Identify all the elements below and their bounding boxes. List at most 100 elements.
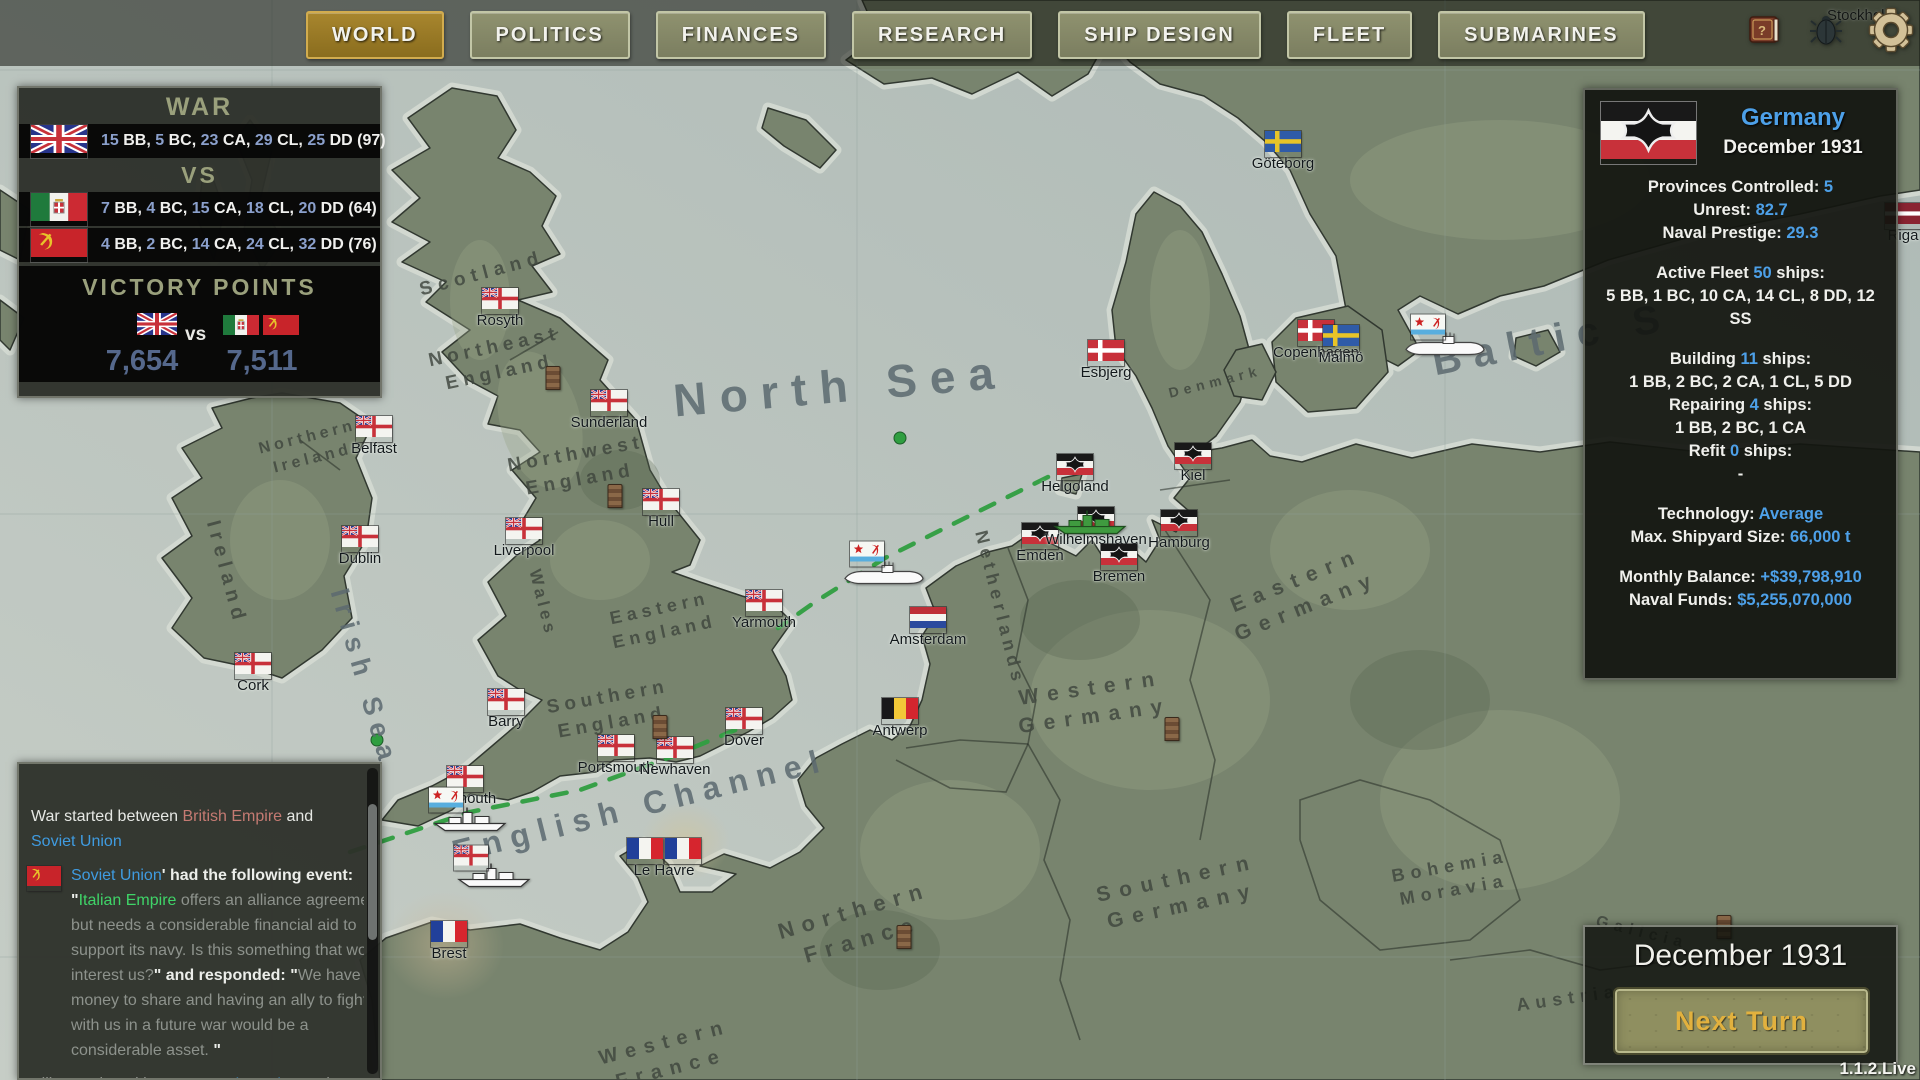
port-name-label: Le Havre: [633, 862, 695, 879]
route-waypoint-dot: [370, 733, 384, 747]
country-stat-line: Unrest: 82.7: [1693, 201, 1788, 219]
port-name-label: Amsterdam: [889, 631, 967, 648]
warship-icon: [1053, 510, 1127, 542]
version-label: 1.1.2.Live: [1839, 1059, 1916, 1078]
country-stat-line: Refit 0 ships:: [1688, 442, 1793, 460]
help-book-icon[interactable]: ?: [1746, 14, 1784, 51]
port-name-label: Hull: [648, 513, 674, 530]
log-entry[interactable]: Soviet Union' had the following event: "…: [19, 863, 364, 1063]
nav-tab-world[interactable]: WORLD: [306, 11, 444, 59]
topbar-icons: ?: [1746, 4, 1914, 60]
settings-gear-icon[interactable]: [1868, 7, 1914, 58]
germany-imperial-flag-icon: [1175, 443, 1211, 469]
country-stat-line: 5 BB, 1 BC, 10 CA, 14 CL, 8 DD, 12 SS: [1606, 287, 1875, 328]
log-entry-text: Alliance signed between Soviet Union and…: [31, 1072, 364, 1078]
port-name-label: Rosyth: [476, 312, 524, 329]
game-screen: North Sea Baltic S English Channel Irish Se…: [0, 0, 1920, 1080]
event-log-panel: War started between British Empire and S…: [17, 762, 382, 1080]
netherlands-flag-icon: [910, 607, 946, 633]
event-log-scrollbar[interactable]: [367, 768, 378, 1074]
victory-points-left: 7,654: [105, 345, 179, 377]
log-entry[interactable]: War started between British Empire and S…: [19, 804, 364, 854]
white-ensign-flag-icon: [487, 688, 524, 715]
france-flag-icon: [431, 921, 467, 947]
soviet-red-flag-icon: [263, 315, 299, 340]
country-stat-line: -: [1737, 465, 1744, 483]
scrollbar-thumb[interactable]: [368, 804, 377, 940]
port-name-label: Barry: [488, 713, 524, 730]
country-stat-line: Building 11 ships:: [1669, 350, 1812, 368]
country-stat-line: Monthly Balance: +$39,798,910: [1619, 568, 1862, 586]
port-name-label: Bremen: [1092, 568, 1146, 585]
war-rows: 15 BB, 5 BC, 23 CA, 29 CL, 25 DD (97) VS …: [19, 121, 386, 262]
union-jack-flag-icon: [135, 310, 179, 339]
log-entry[interactable]: Alliance signed between Soviet Union and…: [19, 1072, 364, 1078]
fleet-composition: 4 BB, 2 BC, 14 CA, 24 CL, 32 DD (76): [101, 236, 377, 253]
port-name-label: Antwerp: [872, 722, 928, 739]
war-fleet-row: 7 BB, 4 BC, 15 CA, 18 CL, 20 DD (64): [19, 192, 380, 226]
victory-right-flags: [223, 315, 299, 340]
log-entry-text: War started between British Empire and S…: [31, 808, 314, 850]
turn-date: December 1931: [1633, 939, 1848, 972]
port-name-label: Brest: [431, 945, 467, 962]
victory-points-title: VICTORY POINTS: [82, 274, 317, 300]
nav-tab-finances[interactable]: FINANCES: [655, 11, 827, 59]
svg-text:?: ?: [1758, 23, 1766, 38]
white-ensign-flag-icon: [453, 844, 488, 871]
white-ensign-flag-icon: [745, 589, 782, 616]
soviet-navy-flag-icon: [429, 787, 463, 813]
country-stat-line: 1 BB, 2 BC, 2 CA, 1 CL, 5 DD: [1629, 373, 1852, 391]
italy-royal-flag-icon: [31, 192, 87, 226]
white-ensign-flag-icon: [656, 736, 693, 763]
nav-tabs: WORLD POLITICS FINANCES RESEARCH SHIP DESIGN…: [306, 11, 1645, 59]
germany-imperial-flag-icon: [1057, 454, 1093, 480]
victory-points-block: VICTORY POINTS vs 7,654 7,511: [19, 266, 380, 382]
belgium-flag-icon: [882, 698, 918, 724]
nav-tab-research[interactable]: RESEARCH: [852, 11, 1033, 59]
war-title: WAR: [165, 93, 234, 121]
port-name-label: Dover: [723, 732, 765, 749]
nav-tab-submarines[interactable]: SUBMARINES: [1438, 11, 1645, 59]
nav-tab-politics[interactable]: POLITICS: [469, 11, 630, 59]
port-name-label: Newhaven: [639, 761, 711, 778]
war-vs-label: VS: [181, 162, 218, 188]
port-name-label: Belfast: [351, 440, 397, 457]
white-ensign-flag-icon: [590, 389, 627, 416]
france-flag-icon: [627, 838, 663, 864]
white-ensign-flag-icon: [505, 517, 542, 544]
sweden-flag-icon: [1265, 131, 1301, 157]
germany-imperial-flag-icon: [1101, 544, 1137, 570]
bug-report-icon[interactable]: [1810, 13, 1842, 52]
white-ensign-flag-icon: [481, 287, 518, 314]
country-stat-line: Max. Shipyard Size: 66,000 t: [1630, 528, 1851, 546]
nav-tab-fleet[interactable]: FLEET: [1286, 11, 1413, 59]
white-ensign-flag-icon: [355, 415, 392, 442]
country-flag: [1601, 102, 1696, 164]
victory-left-flag: [135, 310, 179, 340]
port-name-label: Emden: [1016, 547, 1064, 564]
country-stat-line: Provinces Controlled: 5: [1647, 178, 1834, 196]
soviet-red-flag-icon: [31, 228, 87, 262]
fleet-composition: 15 BB, 5 BC, 23 CA, 29 CL, 25 DD (97): [101, 132, 386, 149]
port-name-label: Kiel: [1180, 467, 1206, 484]
port-name-label: Liverpool: [493, 542, 555, 559]
country-stat-line: Active Fleet 50 ships:: [1656, 264, 1825, 282]
port-name-label: Helgoland: [1041, 478, 1109, 495]
union-jack-flag-icon: [29, 121, 89, 158]
soviet-red-flag-icon: [27, 866, 61, 891]
country-stat-line: Naval Funds: $5,255,070,000: [1629, 591, 1852, 609]
country-stat-line: Naval Prestige: 29.3: [1662, 224, 1819, 242]
country-stats: Provinces Controlled: 5 Unrest: 82.7 Naval…: [1593, 176, 1888, 612]
france-flag-icon: [665, 838, 701, 864]
event-log-entries: War started between British Empire and S…: [19, 804, 364, 1078]
white-ensign-flag-icon: [725, 707, 762, 734]
next-turn-button[interactable]: Next Turn: [1613, 987, 1870, 1055]
top-nav-bar: WORLD POLITICS FINANCES RESEARCH SHIP DESIGN…: [0, 0, 1920, 66]
nav-tab-ship-design[interactable]: SHIP DESIGN: [1058, 11, 1261, 59]
route-waypoint-dot: [893, 431, 907, 445]
country-date: December 1931: [1723, 137, 1863, 158]
soviet-navy-flag-icon: [1411, 314, 1445, 340]
germany-imperial-flag-icon: [1161, 510, 1197, 536]
country-stat-line: 1 BB, 2 BC, 1 CA: [1674, 419, 1807, 437]
port-name-label: Malmö: [1318, 349, 1364, 366]
